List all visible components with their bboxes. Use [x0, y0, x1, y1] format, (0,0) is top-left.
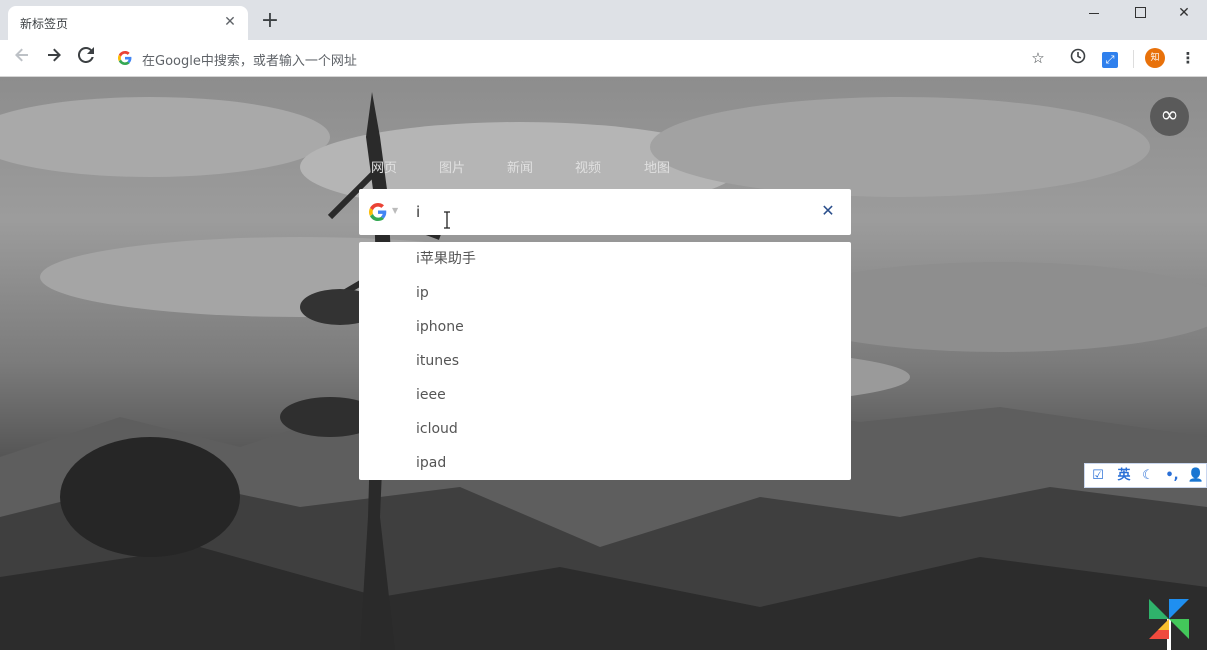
back-button[interactable]: [10, 46, 34, 70]
tab-news[interactable]: 新闻: [507, 157, 533, 176]
arrow-right-icon: [48, 48, 61, 62]
pinwheel-logo-icon[interactable]: [1148, 597, 1190, 650]
search-box: ▼ ✕: [359, 189, 851, 235]
suggestion-item[interactable]: ipad: [359, 446, 851, 480]
reload-button[interactable]: [74, 46, 98, 70]
avatar[interactable]: 知: [1145, 48, 1165, 68]
ime-moon-icon[interactable]: ☾: [1139, 467, 1157, 485]
bookmark-star-icon[interactable]: ☆: [1028, 48, 1048, 68]
ime-user-icon[interactable]: 👤: [1187, 467, 1205, 485]
suggestion-item[interactable]: icloud: [359, 412, 851, 446]
suggestion-item[interactable]: ip: [359, 276, 851, 310]
ime-toolbar: ☑ 英 ☾ •, 👤: [1084, 463, 1207, 488]
tab-title: 新标签页: [20, 17, 69, 31]
tab-new-tab[interactable]: 新标签页 ✕: [8, 6, 248, 40]
history-icon[interactable]: [1068, 48, 1088, 68]
suggestion-dropdown: i苹果助手 ip iphone itunes ieee icloud ipad: [359, 242, 851, 480]
tab-images[interactable]: 图片: [439, 157, 465, 176]
suggestion-item[interactable]: iphone: [359, 310, 851, 344]
reload-icon: [77, 46, 94, 63]
suggestion-item[interactable]: itunes: [359, 344, 851, 378]
arrow-left-icon: [15, 48, 28, 62]
tab-web[interactable]: 网页: [371, 157, 397, 176]
tab-video[interactable]: 视频: [575, 157, 601, 176]
minimize-button[interactable]: [1071, 0, 1117, 26]
menu-icon[interactable]: ⋮: [1178, 48, 1198, 68]
ime-language-toggle[interactable]: 英: [1115, 467, 1133, 485]
omnibox-input[interactable]: 在Google中搜索，或者输入一个网址: [142, 50, 357, 69]
engine-dropdown-caret-icon[interactable]: ▼: [392, 206, 398, 215]
tab-close-icon[interactable]: ✕: [222, 14, 238, 30]
close-window-button[interactable]: ✕: [1161, 0, 1207, 26]
toolbar-divider: [1133, 50, 1134, 68]
text-cursor-icon: [444, 211, 450, 229]
tab-map[interactable]: 地图: [644, 157, 670, 176]
suggestion-item[interactable]: i苹果助手: [359, 242, 851, 276]
clear-search-icon[interactable]: ✕: [820, 203, 836, 219]
ime-punctuation-icon[interactable]: •,: [1163, 467, 1181, 485]
suggestion-item[interactable]: ieee: [359, 378, 851, 412]
browser-toolbar: 在Google中搜索，或者输入一个网址 ☆ ⤢ 知 ⋮: [0, 40, 1207, 77]
new-tab-button[interactable]: +: [258, 10, 282, 34]
google-icon[interactable]: [369, 203, 387, 221]
ime-check-icon[interactable]: ☑: [1089, 467, 1107, 485]
maximize-button[interactable]: [1117, 0, 1163, 26]
google-icon: [118, 51, 132, 65]
tab-bar: 新标签页 ✕ + ✕: [0, 0, 1207, 40]
new-tab-page: ∞ 网页 图片 新闻 视频 地图 ▼ ✕ i苹果助手 ip iphone itu…: [0, 77, 1207, 650]
search-input[interactable]: [416, 197, 796, 227]
infinity-button[interactable]: ∞: [1150, 97, 1189, 136]
forward-button[interactable]: [42, 46, 66, 70]
extension-icon[interactable]: ⤢: [1100, 48, 1120, 68]
